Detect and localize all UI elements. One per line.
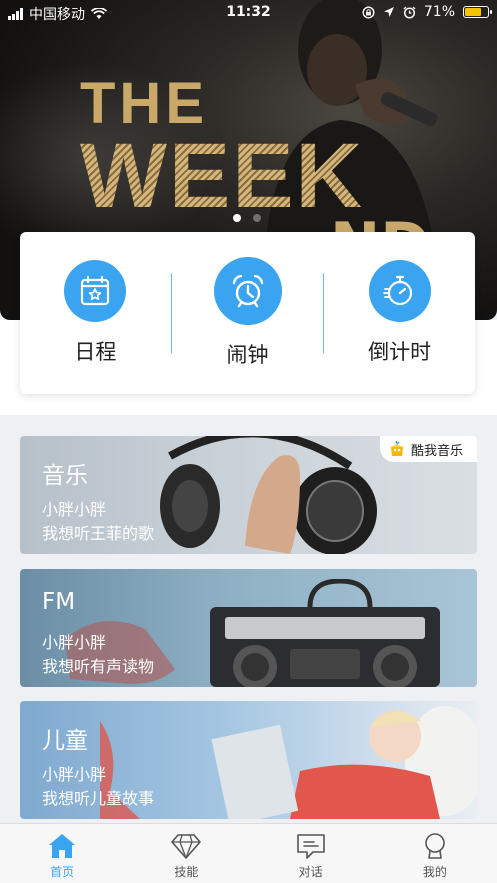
kuwo-logo-icon bbox=[390, 440, 403, 456]
battery-fill bbox=[465, 8, 481, 16]
kids-card-line2: 我想听儿童故事 bbox=[42, 789, 155, 808]
alarm-clock-icon bbox=[213, 257, 282, 325]
fm-card-title: FM bbox=[42, 589, 76, 615]
profile-icon bbox=[425, 833, 445, 859]
music-card-line1: 小胖小胖 bbox=[42, 500, 107, 519]
radio-image bbox=[210, 579, 440, 687]
tab-profile[interactable]: 我的 bbox=[373, 824, 497, 883]
battery-percent: 71% bbox=[423, 4, 455, 20]
music-card[interactable]: 音乐 小胖小胖 我想听王菲的歌 酷我音乐 bbox=[20, 436, 477, 554]
quick-actions-card: 日程 闹钟 倒计时 bbox=[20, 232, 475, 394]
calendar-icon bbox=[64, 260, 127, 322]
quick-action-alarm[interactable]: 闹钟 bbox=[172, 257, 323, 369]
kuwo-music-badge: 酷我音乐 bbox=[379, 436, 477, 462]
child-reading-image bbox=[211, 706, 477, 819]
tab-label: 技能 bbox=[174, 865, 199, 879]
quick-action-countdown[interactable]: 倒计时 bbox=[324, 260, 475, 366]
status-bar: 中国移动 11:32 71% bbox=[0, 0, 497, 26]
tab-label: 首页 bbox=[50, 865, 75, 879]
quick-action-schedule[interactable]: 日程 bbox=[20, 260, 171, 366]
tab-label: 我的 bbox=[422, 865, 447, 879]
fm-card-line1: 小胖小胖 bbox=[42, 633, 107, 652]
tab-chat[interactable]: 对话 bbox=[249, 824, 373, 883]
tab-skills[interactable]: 技能 bbox=[124, 824, 248, 883]
fm-card[interactable]: FM 小胖小胖 我想听有声读物 bbox=[20, 569, 477, 687]
quick-action-label: 闹钟 bbox=[226, 343, 269, 367]
banner-title-weeknd: WEEK bbox=[80, 125, 364, 227]
tab-home[interactable]: 首页 bbox=[0, 824, 124, 883]
tab-label: 对话 bbox=[298, 865, 323, 879]
carousel-dot-2[interactable] bbox=[253, 214, 261, 222]
diamond-icon bbox=[171, 834, 202, 859]
bottom-tab-bar: 首页 技能 对话 我的 bbox=[0, 823, 497, 883]
battery-icon bbox=[463, 6, 492, 18]
carousel-indicator bbox=[233, 214, 261, 222]
quick-action-label: 倒计时 bbox=[368, 340, 432, 364]
location-icon bbox=[383, 7, 394, 17]
kids-card[interactable]: 儿童 小胖小胖 我想听儿童故事 bbox=[20, 701, 477, 819]
badge-label: 酷我音乐 bbox=[410, 443, 463, 459]
music-card-title: 音乐 bbox=[42, 463, 88, 489]
alarm-icon bbox=[403, 6, 416, 19]
chat-icon bbox=[296, 834, 325, 859]
fm-card-line2: 我想听有声读物 bbox=[42, 657, 155, 676]
rotation-lock-icon bbox=[362, 5, 375, 19]
quick-action-label: 日程 bbox=[74, 340, 117, 364]
kids-card-line1: 小胖小胖 bbox=[42, 765, 107, 784]
music-card-line2: 我想听王菲的歌 bbox=[42, 524, 155, 543]
home-icon bbox=[49, 834, 76, 858]
carousel-dot-1[interactable] bbox=[233, 214, 241, 222]
headphones-image bbox=[160, 436, 377, 554]
kids-card-title: 儿童 bbox=[42, 728, 88, 754]
stopwatch-icon bbox=[368, 260, 431, 322]
